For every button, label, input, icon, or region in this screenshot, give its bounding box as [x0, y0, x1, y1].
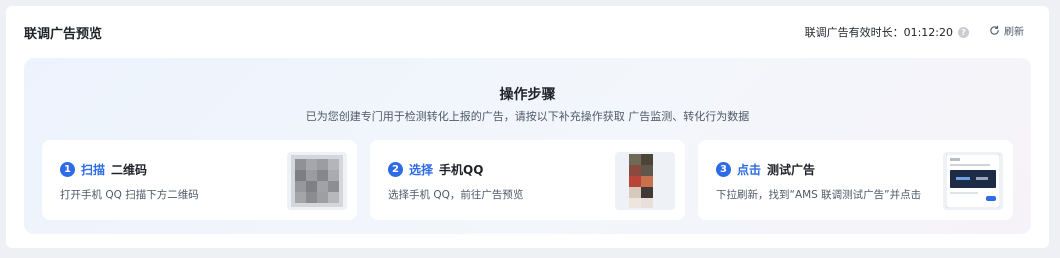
operation-guide: 操作步骤 已为您创建专门用于检测转化上报的广告，请按以下补充操作获取 广告监测、…: [24, 58, 1031, 234]
step-verb: 选择: [409, 163, 434, 177]
step-description: 选择手机 QQ，前往广告预览: [388, 189, 524, 201]
step-card-click: 3 点击 测试广告 下拉刷新，找到“AMS 联调测试广告”并点击: [698, 140, 1013, 220]
step-number: 2: [388, 162, 403, 177]
refresh-button[interactable]: 刷新: [989, 23, 1024, 38]
step-heading: 1 扫描 二维码: [60, 161, 147, 178]
step-description: 下拉刷新，找到“AMS 联调测试广告”并点击: [716, 189, 922, 201]
qr-code-icon: [287, 152, 347, 210]
step-number: 3: [716, 162, 731, 177]
refresh-icon: [990, 25, 999, 35]
help-icon[interactable]: ?: [958, 26, 969, 38]
guide-title: 操作步骤: [499, 87, 556, 103]
step-card-select: 2 选择 手机QQ 选择手机 QQ，前往广告预览: [370, 140, 685, 220]
step-object: 测试广告: [767, 163, 816, 177]
step-card-scan: 1 扫描 二维码 打开手机 QQ 扫描下方二维码: [42, 140, 357, 220]
test-ad-preview-icon: [943, 152, 1003, 210]
guide-subtitle: 已为您创建专门用于检测转化上报的广告，请按以下补充操作获取 广告监测、转化行为数…: [305, 110, 750, 123]
step-object: 手机QQ: [439, 163, 484, 177]
validity-label: 联调广告有效时长：01:12:20: [804, 26, 953, 39]
phone-qq-icon: [615, 152, 675, 210]
step-heading: 3 点击 测试广告: [716, 161, 815, 178]
step-verb: 点击: [737, 163, 762, 177]
validity-duration: 联调广告有效时长：01:12:20 ?: [805, 24, 969, 40]
refresh-label: 刷新: [1004, 27, 1024, 38]
step-heading: 2 选择 手机QQ: [388, 161, 483, 178]
step-verb: 扫描: [81, 163, 106, 177]
step-number: 1: [60, 162, 75, 177]
step-object: 二维码: [111, 163, 148, 177]
page-title: 联调广告预览: [24, 27, 103, 42]
step-description: 打开手机 QQ 扫描下方二维码: [60, 189, 199, 201]
preview-card: 联调广告预览 联调广告有效时长：01:12:20 ? 刷新 操作步骤 已为您创建…: [6, 6, 1049, 248]
